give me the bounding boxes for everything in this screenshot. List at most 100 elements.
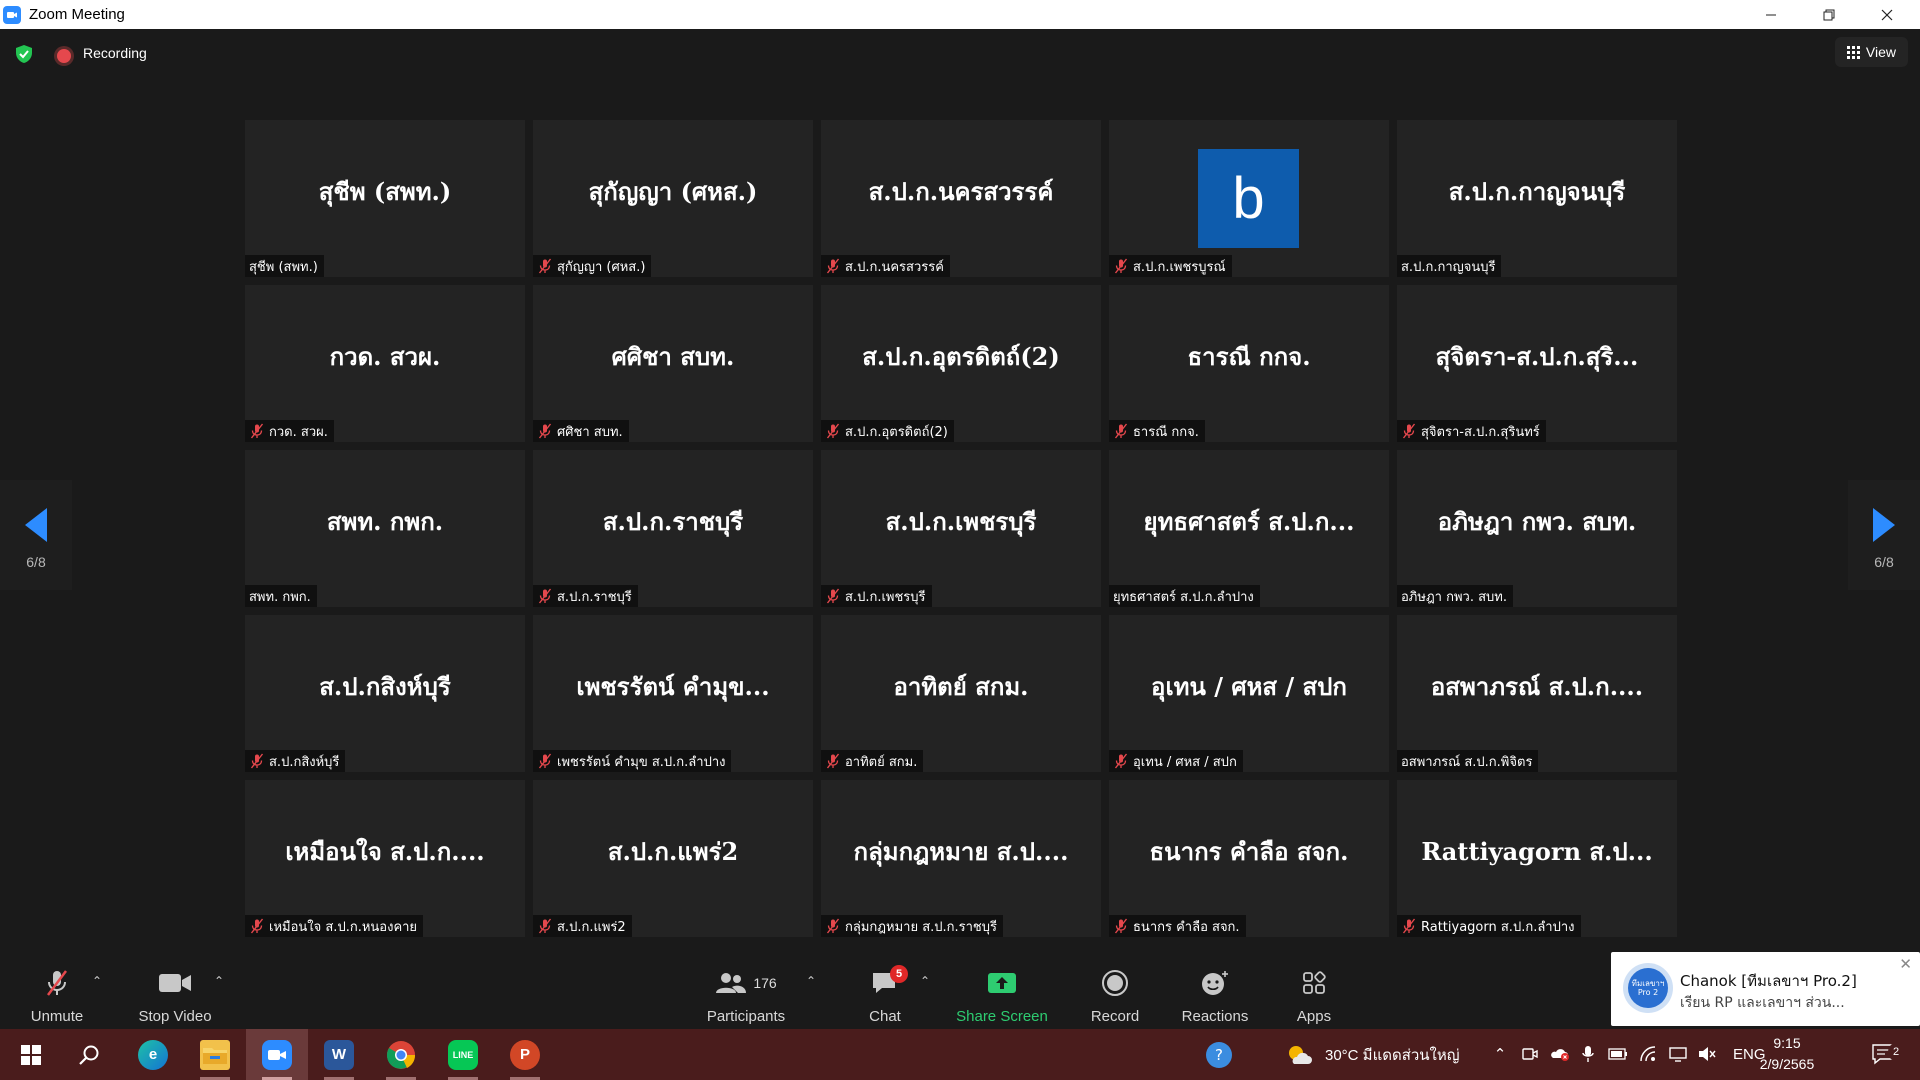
participant-tile[interactable]: อาทิตย์ สกม. อาทิตย์ สกม.	[821, 615, 1101, 772]
participant-display-name: ส.ป.ก.เพชรบุรี	[885, 507, 1037, 536]
meet-now-icon[interactable]	[1520, 1044, 1540, 1064]
participant-tile[interactable]: สุชีพ (สพท.) สุชีพ (สพท.)	[245, 120, 525, 277]
participant-display-name: สุจิตรา-ส.ป.ก.สุริ...	[1435, 342, 1639, 371]
taskbar-powerpoint[interactable]: P	[494, 1029, 556, 1080]
participant-name-tag: สุจิตรา-ส.ป.ก.สุรินทร์	[1397, 420, 1546, 442]
participant-name-tag: ส.ป.ก.ราชบุรี	[533, 585, 638, 607]
mic-muted-icon	[1114, 423, 1128, 439]
share-screen-icon	[988, 973, 1016, 993]
reactions-button[interactable]: Reactions	[1177, 952, 1253, 1029]
participant-tile[interactable]: ส.ป.ก.อุตรดิตถ์(2) ส.ป.ก.อุตรดิตถ์(2)	[821, 285, 1101, 442]
display-icon[interactable]	[1668, 1044, 1688, 1064]
chat-label: Chat	[869, 1008, 901, 1025]
participant-tile[interactable]: กลุ่มกฎหมาย ส.ป.... กลุ่มกฎหมาย ส.ป.ก.ราช…	[821, 780, 1101, 937]
participant-tile[interactable]: ส.ป.ก.แพร่2 ส.ป.ก.แพร่2	[533, 780, 813, 937]
microphone-tray-icon[interactable]	[1578, 1044, 1598, 1064]
video-options-caret-icon[interactable]: ⌃	[214, 974, 224, 988]
share-screen-button[interactable]: Share Screen	[954, 952, 1050, 1029]
taskbar-clock[interactable]: 9:15 2/9/2565	[1750, 1033, 1824, 1075]
participants-options-caret-icon[interactable]: ⌃	[806, 974, 816, 988]
participant-tile[interactable]: ส.ป.กสิงห์บุรี ส.ป.กสิงห์บุรี	[245, 615, 525, 772]
participant-tile[interactable]: ส.ป.ก.นครสวรรค์ ส.ป.ก.นครสวรรค์	[821, 120, 1101, 277]
participant-display-name: สุกัญญา (ศหส.)	[588, 177, 758, 206]
participants-button[interactable]: 176 Participants	[700, 952, 792, 1029]
participant-name-tag: ส.ป.ก.เพชรบุรี	[821, 585, 932, 607]
close-button[interactable]	[1859, 0, 1915, 29]
notification-sender: Chanok [ทีมเลขาฯ Pro.2]	[1680, 972, 1857, 990]
participant-tile[interactable]: ส.ป.ก.ราชบุรี ส.ป.ก.ราชบุรี	[533, 450, 813, 607]
participant-name-label: Rattiyagorn ส.ป.ก.ลำปาง	[1421, 919, 1575, 935]
taskbar-line[interactable]: LINE	[432, 1029, 494, 1080]
participant-tile[interactable]: ธารณี กกจ. ธารณี กกจ.	[1109, 285, 1389, 442]
participant-tile[interactable]: อุเทน / ศหส / สปก อุเทน / ศหส / สปก	[1109, 615, 1389, 772]
participant-name-label: ส.ป.ก.อุตรดิตถ์(2)	[845, 424, 948, 440]
start-button[interactable]	[0, 1029, 62, 1080]
apps-button[interactable]: Apps	[1293, 952, 1335, 1029]
participant-name-label: กลุ่มกฎหมาย ส.ป.ก.ราชบุรี	[845, 919, 997, 935]
video-camera-icon	[159, 974, 191, 992]
notification-close-icon[interactable]: ✕	[1899, 955, 1912, 973]
taskbar-zoom[interactable]	[246, 1029, 308, 1080]
taskbar-chrome[interactable]	[370, 1029, 432, 1080]
next-page-button[interactable]: 6/8	[1848, 480, 1920, 590]
participant-tile[interactable]: ยุทธศาสตร์ ส.ป.ก... ยุทธศาสตร์ ส.ป.ก.ลำปา…	[1109, 450, 1389, 607]
participant-tile[interactable]: เหมือนใจ ส.ป.ก.... เหมือนใจ ส.ป.ก.หนองคาย	[245, 780, 525, 937]
mic-muted-icon	[250, 918, 264, 934]
participant-name-tag: Rattiyagorn ส.ป.ก.ลำปาง	[1397, 915, 1581, 937]
participant-tile[interactable]: อภิษฎา กพว. สบท. อภิษฎา กพว. สบท.	[1397, 450, 1677, 607]
battery-icon[interactable]	[1608, 1044, 1628, 1064]
mic-muted-icon	[826, 753, 840, 769]
previous-page-button[interactable]: 6/8	[0, 480, 72, 590]
participant-tile[interactable]: Rattiyagorn ส.ป... Rattiyagorn ส.ป.ก.ลำปา…	[1397, 780, 1677, 937]
help-icon[interactable]: ?	[1206, 1042, 1232, 1068]
record-button[interactable]: Record	[1087, 952, 1143, 1029]
participant-name-label: ธนากร คำลือ สจก.	[1133, 919, 1240, 935]
taskbar-search-button[interactable]	[58, 1029, 120, 1080]
participant-tile[interactable]: b ส.ป.ก.เพชรบูรณ์	[1109, 120, 1389, 277]
restore-button[interactable]	[1801, 0, 1857, 29]
participant-display-name: อาทิตย์ สกม.	[893, 672, 1029, 701]
participant-name-label: อุเทน / ศหส / สปก	[1133, 754, 1237, 770]
onedrive-error-icon[interactable]	[1550, 1044, 1570, 1064]
taskbar-word[interactable]: W	[308, 1029, 370, 1080]
show-hidden-icons-chevron-icon[interactable]: ⌃	[1490, 1044, 1510, 1064]
participant-tile[interactable]: สุกัญญา (ศหส.) สุกัญญา (ศหส.)	[533, 120, 813, 277]
participant-tile[interactable]: ส.ป.ก.กาญจนบุรี ส.ป.ก.กาญจนบุรี	[1397, 120, 1677, 277]
chat-button[interactable]: 5 Chat	[862, 952, 908, 1029]
minimize-button[interactable]	[1743, 0, 1799, 29]
window-title: Zoom Meeting	[29, 6, 125, 23]
participant-name-tag: อาทิตย์ สกม.	[821, 750, 924, 772]
taskbar-file-explorer[interactable]	[184, 1029, 246, 1080]
participant-tile[interactable]: อสพาภรณ์ ส.ป.ก.... อสพาภรณ์ ส.ป.ก.พิจิตร	[1397, 615, 1677, 772]
unmute-label: Unmute	[30, 1008, 84, 1025]
chat-options-caret-icon[interactable]: ⌃	[920, 974, 930, 988]
mic-muted-icon	[826, 258, 840, 274]
participant-tile[interactable]: สุจิตรา-ส.ป.ก.สุริ... สุจิตรา-ส.ป.ก.สุริน…	[1397, 285, 1677, 442]
audio-options-caret-icon[interactable]: ⌃	[92, 974, 102, 988]
participant-display-name: ยุทธศาสตร์ ส.ป.ก...	[1143, 507, 1355, 536]
chat-notification-toast[interactable]: ทีมเลขาฯ Pro 2 Chanok [ทีมเลขาฯ Pro.2] เ…	[1611, 952, 1920, 1026]
participant-display-name: อุเทน / ศหส / สปก	[1151, 672, 1347, 701]
participant-name-label: ธารณี กกจ.	[1133, 424, 1199, 440]
view-button[interactable]: View	[1834, 37, 1908, 67]
windows-logo-icon	[21, 1044, 41, 1065]
participant-name-tag: สุชีพ (สพท.)	[245, 255, 324, 277]
participant-tile[interactable]: ส.ป.ก.เพชรบุรี ส.ป.ก.เพชรบุรี	[821, 450, 1101, 607]
participant-tile[interactable]: ศศิชา สบท. ศศิชา สบท.	[533, 285, 813, 442]
share-screen-label: Share Screen	[956, 1008, 1048, 1025]
participant-tile[interactable]: เพชรรัตน์ คำมุข... เพชรรัตน์ คำมุข ส.ป.ก.…	[533, 615, 813, 772]
participant-tile[interactable]: สพท. กพก. สพท. กพก.	[245, 450, 525, 607]
mic-muted-icon	[1114, 753, 1128, 769]
stop-video-button[interactable]: Stop Video	[132, 952, 218, 1029]
taskbar-edge[interactable]: e	[122, 1029, 184, 1080]
security-shield-icon[interactable]	[14, 44, 34, 64]
participants-icon	[716, 973, 747, 993]
weather-text[interactable]: 30°C มีแดดส่วนใหญ่	[1325, 1029, 1460, 1080]
unmute-button[interactable]: Unmute	[22, 952, 92, 1029]
participant-tile[interactable]: กวด. สวผ. กวด. สวผ.	[245, 285, 525, 442]
clock-date: 2/9/2565	[1759, 1056, 1815, 1072]
wifi-icon[interactable]	[1638, 1044, 1658, 1064]
speaker-muted-icon[interactable]	[1697, 1044, 1717, 1064]
participant-tile[interactable]: ธนากร คำลือ สจก. ธนากร คำลือ สจก.	[1109, 780, 1389, 937]
participant-name-label: สุกัญญา (ศหส.)	[557, 259, 646, 275]
